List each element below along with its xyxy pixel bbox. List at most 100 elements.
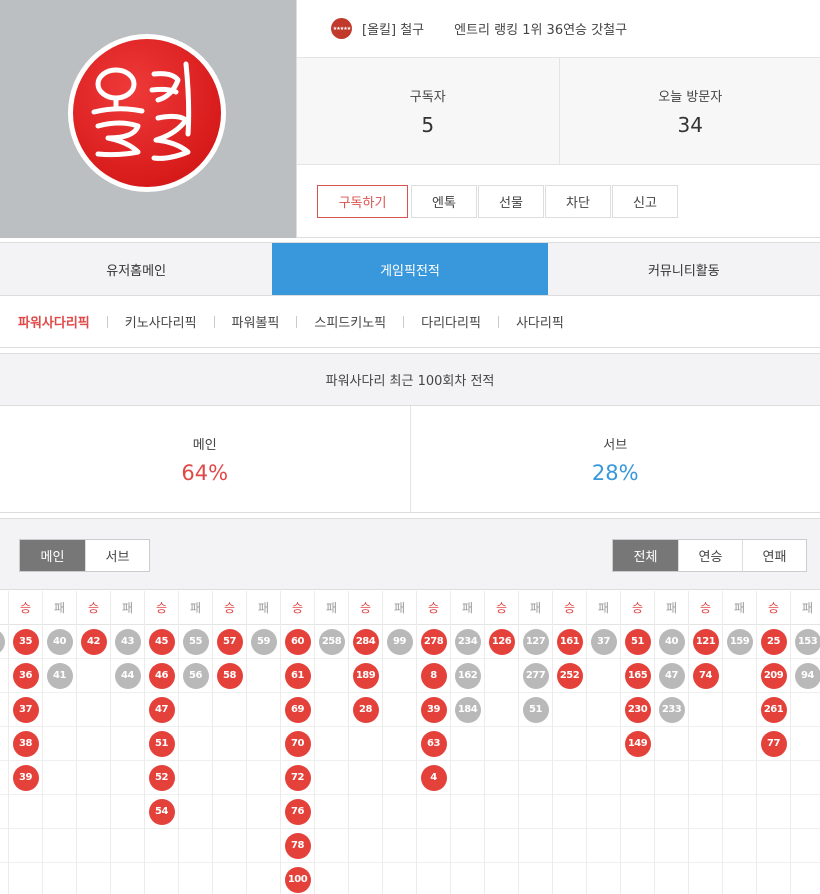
grid-cell: 52 bbox=[145, 761, 178, 795]
subtab-ladder[interactable]: 사다리픽 bbox=[516, 312, 564, 331]
grid-cell bbox=[519, 727, 552, 761]
win-round-ball: 209 bbox=[760, 662, 787, 689]
filter-lose-streak-button[interactable]: 연패 bbox=[742, 540, 806, 571]
grid-cell: 70 bbox=[281, 727, 314, 761]
grid-cell: 258 bbox=[315, 625, 348, 659]
grid-cell: 61 bbox=[281, 659, 314, 693]
grid-cell: 51 bbox=[519, 693, 552, 727]
grid-cell bbox=[383, 693, 416, 727]
grid-cell bbox=[315, 795, 348, 829]
grid-cell: 4 bbox=[417, 761, 450, 795]
grid-cell: 277 bbox=[519, 659, 552, 693]
view-sub-button[interactable]: 서브 bbox=[85, 540, 149, 571]
win-round-ball: 57 bbox=[216, 628, 243, 655]
profile-image-area bbox=[0, 0, 296, 238]
grid-cell bbox=[179, 829, 212, 863]
win-header: 승 bbox=[213, 591, 246, 625]
grid-cell bbox=[213, 761, 246, 795]
lose-round-ball: 40 bbox=[658, 628, 685, 655]
streak-column: 패 258 bbox=[315, 591, 349, 894]
lose-header: 패 bbox=[655, 591, 688, 625]
grid-cell bbox=[519, 829, 552, 863]
grid-cell: 43 bbox=[111, 625, 144, 659]
grid-cell bbox=[655, 761, 688, 795]
grid-cell bbox=[43, 693, 76, 727]
win-round-ball: 165 bbox=[624, 662, 651, 689]
entalk-button[interactable]: 엔톡 bbox=[411, 185, 477, 218]
subtab-power-ladder[interactable]: 파워사다리픽 bbox=[18, 312, 90, 331]
profile-header: ★★★★★ [올킬] 철구 엔트리 랭킹 1위 36연승 갓철구 구독자 5 오… bbox=[0, 0, 820, 238]
subscribe-button[interactable]: 구독하기 bbox=[317, 185, 408, 218]
grid-cell: 261 bbox=[757, 693, 790, 727]
streak-column: 패 99 bbox=[383, 591, 417, 894]
grid-cell: 38 bbox=[9, 727, 42, 761]
grid-cell: 41 bbox=[43, 659, 76, 693]
sub-rate-label: 서브 bbox=[603, 438, 628, 453]
subtab-powerball[interactable]: 파워볼픽 bbox=[232, 312, 280, 331]
win-round-ball: 36 bbox=[12, 662, 39, 689]
grid-cell bbox=[77, 829, 110, 863]
subtab-speed-keno[interactable]: 스피드키노픽 bbox=[314, 312, 386, 331]
subtab-dari-dari[interactable]: 다리다리픽 bbox=[421, 312, 481, 331]
grid-cell: 8 bbox=[417, 659, 450, 693]
grid-cell: 76 bbox=[281, 795, 314, 829]
game-sub-tabs: 파워사다리픽 키노사다리픽 파워볼픽 스피드키노픽 다리다리픽 사다리픽 bbox=[0, 296, 820, 348]
main-rate-value: 64% bbox=[181, 461, 229, 485]
grid-cell bbox=[689, 795, 722, 829]
lose-round-ball: 43 bbox=[114, 628, 141, 655]
grid-cell bbox=[723, 863, 756, 894]
lose-header: 패 bbox=[451, 591, 484, 625]
grid-cell: 36 bbox=[9, 659, 42, 693]
streak-column: 패 234 162 184 bbox=[451, 591, 485, 894]
grid-cell bbox=[315, 761, 348, 795]
win-header: 승 bbox=[417, 591, 450, 625]
grid-cell: 45 bbox=[145, 625, 178, 659]
streak-column: 승 121 74 bbox=[689, 591, 723, 894]
grid-cell: 100 bbox=[281, 863, 314, 894]
grid-cell bbox=[383, 829, 416, 863]
grid-cell: 42 bbox=[77, 625, 110, 659]
grid-cell: 28 bbox=[349, 693, 382, 727]
block-button[interactable]: 차단 bbox=[545, 185, 611, 218]
lose-header: 패 bbox=[0, 591, 8, 625]
view-toggle: 메인 서브 bbox=[19, 539, 150, 572]
win-round-ball: 39 bbox=[420, 696, 447, 723]
grid-cell bbox=[349, 727, 382, 761]
filter-win-streak-button[interactable]: 연승 bbox=[678, 540, 742, 571]
win-round-ball: 230 bbox=[624, 696, 651, 723]
win-header: 승 bbox=[757, 591, 790, 625]
grid-cell bbox=[519, 761, 552, 795]
subtab-keno-ladder[interactable]: 키노사다리픽 bbox=[125, 312, 197, 331]
gift-button[interactable]: 선물 bbox=[478, 185, 544, 218]
grid-cell bbox=[553, 693, 586, 727]
grid-cell: 252 bbox=[553, 659, 586, 693]
grid-cell bbox=[315, 727, 348, 761]
profile-title-row: ★★★★★ [올킬] 철구 엔트리 랭킹 1위 36연승 갓철구 bbox=[297, 0, 820, 58]
grid-cell bbox=[485, 795, 518, 829]
grid-cell bbox=[485, 693, 518, 727]
tab-user-home[interactable]: 유저홈메인 bbox=[0, 243, 272, 295]
streak-filter: 전체 연승 연패 bbox=[612, 539, 807, 572]
grid-cell bbox=[179, 761, 212, 795]
filter-all-button[interactable]: 전체 bbox=[613, 540, 678, 571]
win-round-ball: 76 bbox=[284, 798, 311, 825]
divider bbox=[213, 315, 215, 328]
lose-round-ball: 233 bbox=[658, 696, 685, 723]
grid-cell bbox=[689, 761, 722, 795]
grid-cell: 284 bbox=[349, 625, 382, 659]
win-round-ball: 161 bbox=[556, 628, 583, 655]
lose-round-ball: 51 bbox=[522, 696, 549, 723]
report-button[interactable]: 신고 bbox=[612, 185, 678, 218]
win-round-ball: 52 bbox=[148, 764, 175, 791]
view-main-button[interactable]: 메인 bbox=[20, 540, 85, 571]
grid-cell bbox=[587, 829, 620, 863]
subscriber-stat: 구독자 5 bbox=[297, 58, 559, 164]
grid-cell: 39 bbox=[9, 761, 42, 795]
win-round-ball: 261 bbox=[760, 696, 787, 723]
grid-cell bbox=[9, 829, 42, 863]
streak-column: 패 55 56 bbox=[179, 591, 213, 894]
tab-game-pick-record[interactable]: 게임픽전적 bbox=[272, 243, 548, 295]
grid-cell: 60 bbox=[281, 625, 314, 659]
grid-cell: 44 bbox=[111, 659, 144, 693]
tab-community-activity[interactable]: 커뮤니티활동 bbox=[548, 243, 820, 295]
